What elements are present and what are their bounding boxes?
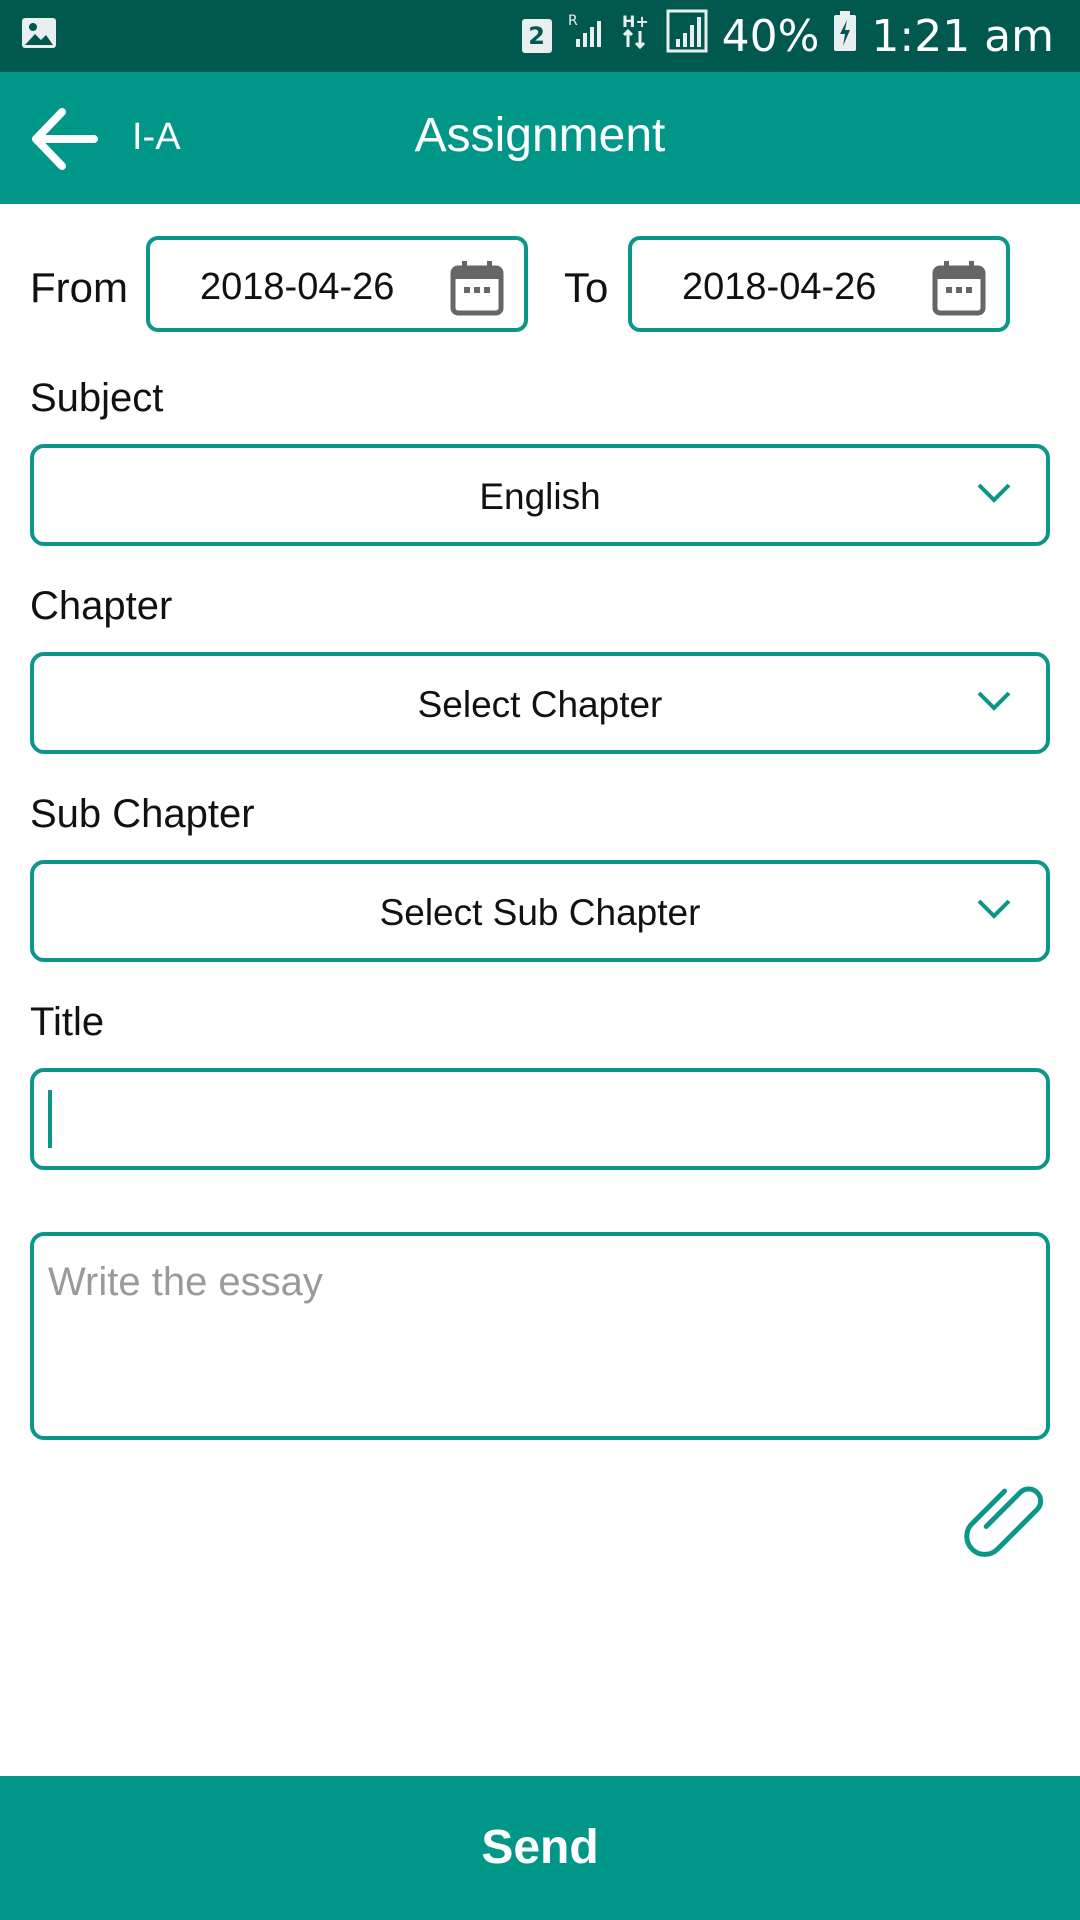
sub-chapter-label: Sub Chapter <box>30 792 255 836</box>
from-date-value: 2018-04-26 <box>200 266 395 308</box>
hplus-data-icon: H+ <box>620 11 652 62</box>
battery-charging-icon <box>833 10 857 63</box>
from-label: From <box>30 264 128 311</box>
status-time: 1:21 am <box>871 10 1054 62</box>
to-date-value: 2018-04-26 <box>682 266 877 308</box>
to-label: To <box>564 264 609 311</box>
send-button[interactable]: Send <box>0 1776 1080 1920</box>
gallery-notification-icon <box>20 14 58 57</box>
subject-selected: English <box>479 476 601 517</box>
status-bar: 2 R H+ 40% 1:21 am <box>0 0 1080 72</box>
subject-label: Subject <box>30 376 164 420</box>
essay-textarea[interactable]: Write the essay <box>30 1232 1050 1440</box>
sim-slot-badge: 2 <box>521 19 552 53</box>
from-date-picker[interactable]: 2018-04-26 <box>146 236 528 332</box>
title-input[interactable] <box>30 1068 1050 1170</box>
assignment-screen: 2 R H+ 40% 1:21 am I-A Assignment From 2… <box>0 0 1080 1920</box>
sub-chapter-dropdown[interactable]: Select Sub Chapter <box>30 860 1050 962</box>
text-cursor <box>48 1090 52 1148</box>
chapter-label: Chapter <box>30 584 173 628</box>
signal-roaming-icon: R <box>566 11 606 62</box>
calendar-icon <box>450 261 504 316</box>
app-bar: I-A Assignment <box>0 72 1080 204</box>
signal-strength-icon <box>666 9 708 64</box>
sub-chapter-selected: Select Sub Chapter <box>379 892 701 933</box>
paperclip-icon <box>964 1486 1044 1557</box>
page-title: Assignment <box>414 109 666 162</box>
send-label: Send <box>481 1821 599 1874</box>
calendar-icon <box>932 261 986 316</box>
to-date-picker[interactable]: 2018-04-26 <box>628 236 1010 332</box>
chapter-dropdown[interactable]: Select Chapter <box>30 652 1050 754</box>
chevron-down-icon <box>977 483 1011 503</box>
svg-text:H+: H+ <box>622 12 649 31</box>
subject-dropdown[interactable]: English <box>30 444 1050 546</box>
title-label: Title <box>30 1000 105 1044</box>
battery-percent: 40% <box>721 10 820 62</box>
chevron-down-icon <box>977 691 1011 711</box>
svg-text:R: R <box>568 13 578 29</box>
attach-button[interactable] <box>958 1470 1054 1566</box>
essay-placeholder: Write the essay <box>48 1260 323 1304</box>
chevron-down-icon <box>977 899 1011 919</box>
chapter-selected: Select Chapter <box>417 684 663 725</box>
